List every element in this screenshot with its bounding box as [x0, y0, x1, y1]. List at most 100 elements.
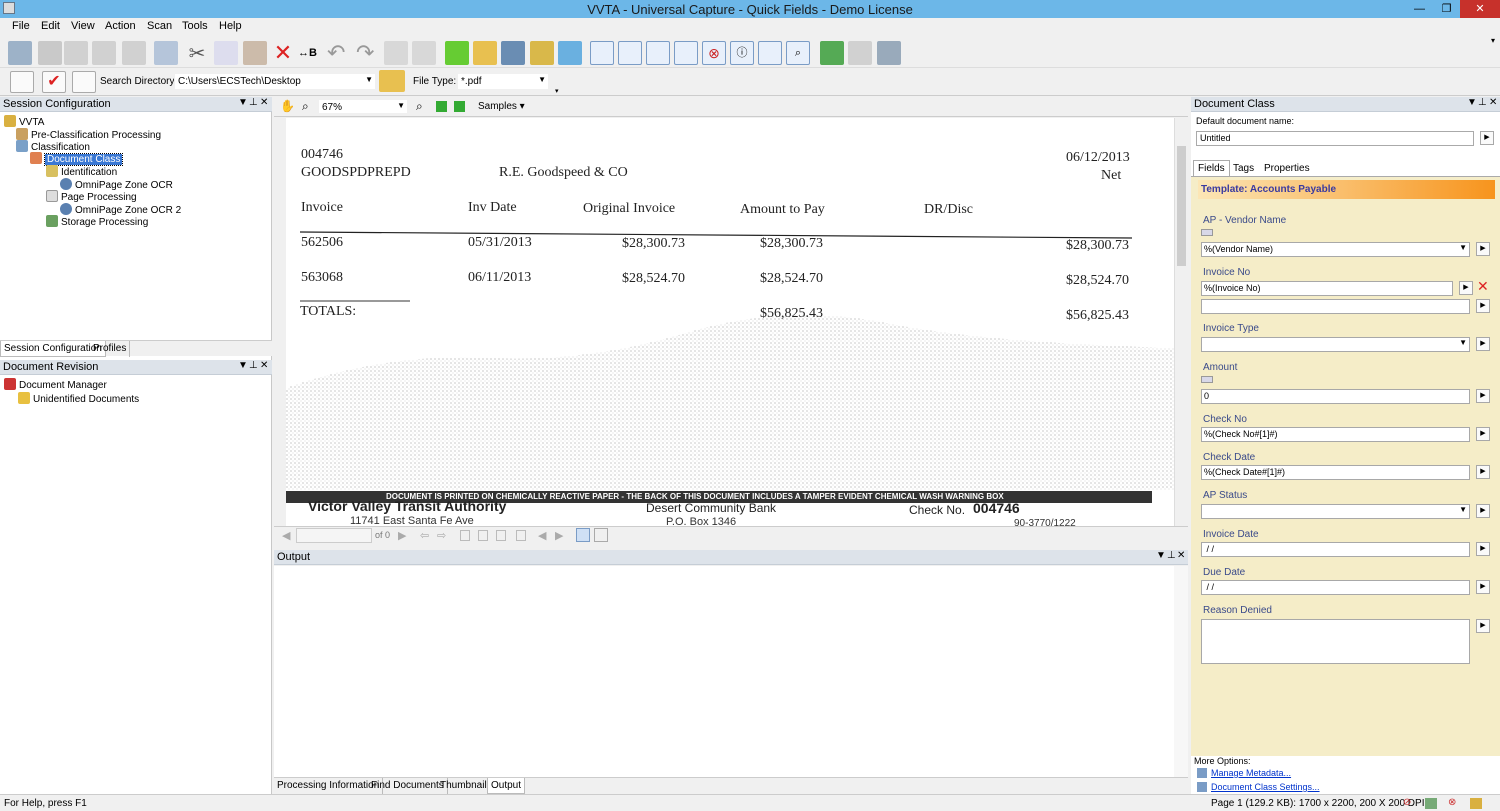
next-icon[interactable]: ▶: [398, 529, 406, 542]
pin-icon[interactable]: ⊥: [1478, 97, 1487, 108]
properties-icon[interactable]: [154, 41, 178, 65]
invoice-type-field[interactable]: ▼: [1201, 337, 1470, 352]
toolbar-overflow-icon[interactable]: ▾: [1491, 36, 1495, 45]
document-class-settings-link[interactable]: Document Class Settings...: [1211, 782, 1320, 792]
tree-node-identification[interactable]: Identification: [46, 165, 117, 178]
ap-status-expand-button[interactable]: ▶: [1476, 504, 1490, 518]
chevron-down-icon[interactable]: ▼: [238, 360, 248, 371]
reason-denied-field[interactable]: [1201, 619, 1470, 664]
reason-denied-expand-button[interactable]: ▶: [1476, 619, 1490, 633]
fit-page-icon[interactable]: [454, 101, 465, 112]
rename-icon[interactable]: ↔B: [298, 41, 322, 65]
field-menu-icon[interactable]: [1201, 229, 1213, 236]
monitor-icon[interactable]: [877, 41, 901, 65]
print-icon[interactable]: [92, 41, 116, 65]
default-name-field[interactable]: Untitled: [1196, 131, 1474, 146]
close-icon[interactable]: ✕: [1489, 97, 1497, 108]
close-button[interactable]: ✕: [1460, 0, 1500, 18]
upload-icon[interactable]: [558, 41, 582, 65]
restore-button[interactable]: ❐: [1433, 0, 1460, 18]
menu-scan[interactable]: Scan: [147, 20, 172, 32]
pin-icon[interactable]: ⊥: [249, 360, 258, 371]
tree-node-document-manager[interactable]: Document Manager: [4, 378, 107, 391]
vendor-name-field[interactable]: %(Vendor Name) ▼: [1201, 242, 1470, 257]
tree-node-storage[interactable]: Storage Processing: [46, 215, 148, 228]
rotate-left-icon[interactable]: [384, 41, 408, 65]
minimize-button[interactable]: —: [1406, 0, 1433, 18]
forward-icon[interactable]: ▶: [555, 529, 563, 542]
page-icon[interactable]: [496, 530, 506, 541]
delete-page-icon[interactable]: [516, 530, 526, 541]
rotate-right-icon[interactable]: [412, 41, 436, 65]
toolbar-overflow-icon[interactable]: ▾: [555, 87, 559, 95]
page-input[interactable]: [296, 528, 372, 543]
output-scrollbar[interactable]: [1174, 566, 1188, 777]
browse-folder-icon[interactable]: [379, 70, 405, 92]
delete-icon[interactable]: ✕: [271, 41, 295, 65]
doc-scrollbar[interactable]: [1174, 118, 1188, 526]
due-date-expand-button[interactable]: ▶: [1476, 580, 1490, 594]
fit-width-icon[interactable]: [436, 101, 447, 112]
tree-node-document-class[interactable]: Document Class: [30, 152, 124, 166]
check-date-field[interactable]: %(Check Date#[1]#): [1201, 465, 1470, 480]
field-menu-icon[interactable]: [1201, 376, 1213, 383]
save-icon[interactable]: [501, 41, 525, 65]
page-icon[interactable]: [478, 530, 488, 541]
tab-processing-information[interactable]: Processing Information: [274, 778, 384, 794]
paste-icon[interactable]: [243, 41, 267, 65]
menu-help[interactable]: Help: [219, 20, 242, 32]
last-page-icon[interactable]: ⇨: [437, 529, 446, 542]
download-icon[interactable]: [530, 41, 554, 65]
invoice-date-expand-button[interactable]: ▶: [1476, 542, 1490, 556]
view-details-icon[interactable]: [590, 41, 614, 65]
scroll-left-icon[interactable]: ◀: [282, 529, 290, 542]
cancel-icon[interactable]: [38, 41, 62, 65]
view-columns-icon[interactable]: [618, 41, 642, 65]
reject-icon[interactable]: ⊗: [702, 41, 726, 65]
close-icon[interactable]: ✕: [260, 97, 268, 108]
tree-node-vvta[interactable]: VVTA: [4, 115, 44, 128]
undo-icon[interactable]: ↶: [327, 41, 351, 65]
due-date-field[interactable]: / /: [1201, 580, 1470, 595]
chevron-down-icon[interactable]: ▼: [1467, 97, 1477, 108]
ap-status-field[interactable]: ▼: [1201, 504, 1470, 519]
gear-icon[interactable]: [72, 71, 96, 93]
check-no-expand-button[interactable]: ▶: [1476, 427, 1490, 441]
invoice-no-field-2[interactable]: [1201, 299, 1470, 314]
invoice-date-field[interactable]: / /: [1201, 542, 1470, 557]
first-page-icon[interactable]: ⇦: [420, 529, 429, 542]
menu-view[interactable]: View: [71, 20, 95, 32]
invoice-no-expand-button[interactable]: ▶: [1459, 281, 1473, 295]
zoom-icon[interactable]: ⌕: [302, 99, 309, 114]
invoice-no-2-expand-button[interactable]: ▶: [1476, 299, 1490, 313]
search-dir-combo[interactable]: C:\Users\ECSTech\Desktop ▼: [174, 73, 376, 90]
search-icon[interactable]: ⌕: [786, 41, 810, 65]
menu-tools[interactable]: Tools: [182, 20, 208, 32]
settings-icon[interactable]: [758, 41, 782, 65]
export-icon[interactable]: [122, 41, 146, 65]
text-view-icon[interactable]: [594, 528, 608, 542]
output-area[interactable]: [274, 566, 1188, 777]
menu-file[interactable]: File: [12, 20, 30, 32]
view-list-icon[interactable]: [646, 41, 670, 65]
image-view-icon[interactable]: [576, 528, 590, 542]
scroll-thumb[interactable]: [1177, 146, 1186, 266]
tab-tags[interactable]: Tags: [1233, 163, 1254, 174]
tree-node-unidentified[interactable]: Unidentified Documents: [18, 392, 139, 405]
invoice-no-field[interactable]: %(Invoice No): [1201, 281, 1453, 296]
hand-icon[interactable]: ✋: [280, 99, 295, 113]
import-icon[interactable]: [445, 41, 469, 65]
delete-icon[interactable]: ✕: [1477, 279, 1489, 293]
close-icon[interactable]: ✕: [1177, 550, 1185, 561]
cut-icon[interactable]: ✂: [185, 41, 209, 65]
tab-properties[interactable]: Properties: [1264, 163, 1310, 174]
zoom-out-icon[interactable]: ⌕: [416, 99, 423, 114]
page-icon[interactable]: [460, 530, 470, 541]
menu-action[interactable]: Action: [105, 20, 136, 32]
chevron-down-icon[interactable]: ▼: [238, 97, 248, 108]
open-folder-icon[interactable]: [473, 41, 497, 65]
tree-node-page-processing[interactable]: Page Processing: [46, 190, 137, 203]
pin-icon[interactable]: ⊥: [249, 97, 258, 108]
file-type-combo[interactable]: *.pdf ▼: [457, 73, 549, 90]
check-date-expand-button[interactable]: ▶: [1476, 465, 1490, 479]
